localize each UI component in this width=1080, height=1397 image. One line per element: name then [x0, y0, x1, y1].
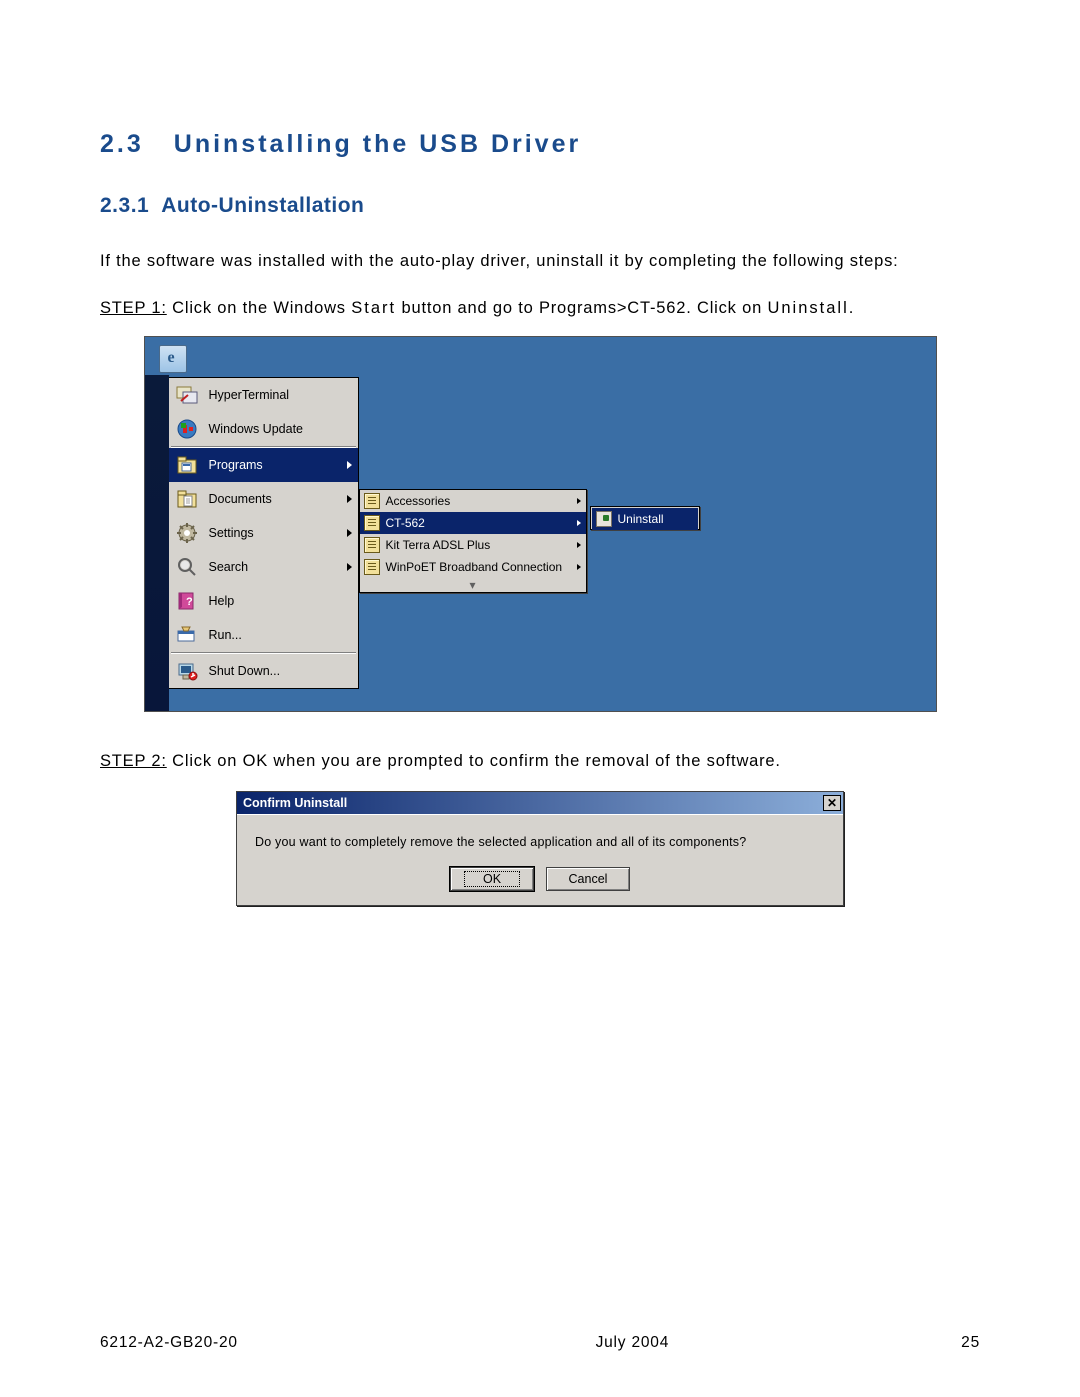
ok-button[interactable]: OK [450, 867, 534, 891]
menu-hyperterminal[interactable]: HyperTerminal [169, 378, 358, 412]
subsection-title: Auto-Uninstallation [161, 194, 364, 217]
footer-page-number: 25 [961, 1334, 980, 1352]
subsection-heading: 2.3.1 Auto-Uninstallation [100, 194, 980, 218]
shutdown-icon [175, 659, 199, 683]
ie-desktop-icon [159, 345, 187, 373]
cancel-button[interactable]: Cancel [546, 867, 630, 891]
menu-documents[interactable]: Documents [169, 482, 358, 516]
menu-search[interactable]: Search [169, 550, 358, 584]
flyout-label: Uninstall [618, 512, 664, 526]
submenu-label: CT-562 [386, 516, 425, 530]
menu-label: Shut Down... [209, 664, 281, 678]
menu-label: Settings [209, 526, 254, 540]
confirm-dialog-screenshot: Confirm Uninstall ✕ Do you want to compl… [236, 791, 844, 906]
submenu-ct-562[interactable]: CT-562 [360, 512, 586, 534]
menu-label: Programs [209, 458, 263, 472]
submenu-arrow-icon [347, 529, 352, 537]
folder-icon [364, 559, 380, 575]
menu-programs[interactable]: Programs [169, 448, 358, 482]
menu-run[interactable]: Run... [169, 618, 358, 652]
submenu-label: WinPoET Broadband Connection [386, 560, 563, 574]
step-2: STEP 2: Click on OK when you are prompte… [100, 752, 980, 771]
menu-label: HyperTerminal [209, 388, 290, 402]
svg-text:?: ? [186, 596, 193, 608]
documents-icon [175, 487, 199, 511]
menu-label: Windows Update [209, 422, 304, 436]
start-menu-panel[interactable]: HyperTerminal Windows Update Programs Do… [169, 377, 359, 689]
settings-icon [175, 521, 199, 545]
submenu-winpoet[interactable]: WinPoET Broadband Connection [360, 556, 586, 578]
section-number: 2.3 [100, 130, 144, 159]
help-icon: ? [175, 589, 199, 613]
step-1-label: STEP 1: [100, 299, 167, 317]
menu-windows-update[interactable]: Windows Update [169, 412, 358, 446]
dialog-titlebar[interactable]: Confirm Uninstall ✕ [237, 792, 843, 814]
hyperterminal-icon [175, 383, 199, 407]
programs-submenu[interactable]: Accessories CT-562 Kit Terra ADSL Plus W… [359, 489, 587, 593]
menu-settings[interactable]: Settings [169, 516, 358, 550]
dialog-title: Confirm Uninstall [243, 796, 347, 810]
menu-help[interactable]: ? Help [169, 584, 358, 618]
submenu-arrow-icon [347, 495, 352, 503]
word-uninstall: Uninstall [767, 299, 848, 317]
submenu-expand-chevron-icon[interactable]: ▾ [360, 578, 586, 592]
close-button[interactable]: ✕ [823, 795, 841, 811]
confirm-uninstall-dialog: Confirm Uninstall ✕ Do you want to compl… [236, 791, 844, 906]
submenu-arrow-icon [577, 520, 581, 526]
submenu-arrow-icon [347, 461, 352, 469]
intro-paragraph: If the software was installed with the a… [100, 246, 980, 277]
start-menu-screenshot: Windows 2000 Professional HyperTerminal … [144, 336, 937, 712]
dialog-body: Do you want to completely remove the sel… [237, 814, 843, 905]
search-icon [175, 555, 199, 579]
submenu-label: Kit Terra ADSL Plus [386, 538, 491, 552]
submenu-arrow-icon [577, 564, 581, 570]
menu-label: Documents [209, 492, 272, 506]
submenu-arrow-icon [347, 563, 352, 571]
step-2-label: STEP 2: [100, 752, 167, 770]
submenu-accessories[interactable]: Accessories [360, 490, 586, 512]
submenu-arrow-icon [577, 542, 581, 548]
menu-label: Run... [209, 628, 242, 642]
submenu-arrow-icon [577, 498, 581, 504]
folder-icon [364, 537, 380, 553]
section-heading: 2.3 Uninstalling the USB Driver [100, 130, 980, 159]
folder-icon [364, 515, 380, 531]
ct562-flyout[interactable]: Uninstall [590, 506, 700, 530]
dialog-message: Do you want to completely remove the sel… [255, 835, 825, 849]
flyout-uninstall[interactable]: Uninstall [592, 508, 698, 530]
programs-icon [175, 453, 199, 477]
startmenu-sidebar: Windows 2000 Professional [145, 375, 169, 711]
section-title: Uninstalling the USB Driver [174, 130, 581, 158]
word-start: Start [351, 299, 396, 317]
run-icon [175, 623, 199, 647]
windows-update-icon [175, 417, 199, 441]
folder-icon [364, 493, 380, 509]
page-footer: 6212-A2-GB20-20 July 2004 25 [0, 1334, 1080, 1352]
step-1: STEP 1: Click on the Windows Start butto… [100, 299, 980, 318]
uninstall-icon [596, 511, 612, 527]
footer-doc-id: 6212-A2-GB20-20 [100, 1334, 466, 1352]
submenu-label: Accessories [386, 494, 451, 508]
footer-date: July 2004 [466, 1334, 962, 1352]
menu-shutdown[interactable]: Shut Down... [169, 654, 358, 688]
submenu-kit-terra[interactable]: Kit Terra ADSL Plus [360, 534, 586, 556]
menu-label: Help [209, 594, 235, 608]
subsection-number: 2.3.1 [100, 194, 149, 218]
menu-label: Search [209, 560, 249, 574]
